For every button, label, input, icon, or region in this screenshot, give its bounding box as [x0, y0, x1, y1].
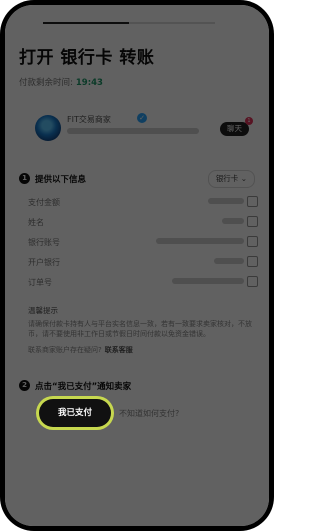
notice-title: 温馨提示 — [28, 306, 58, 315]
notice-body: 请确保付款卡持有人与平台实名信息一致，若有一致要求卖家核对，不放币，请不要使用非… — [28, 320, 252, 339]
info-label: 支付金额 — [28, 198, 60, 207]
step-1-number: 1 — [19, 173, 30, 184]
copy-icon[interactable] — [247, 276, 258, 287]
info-label: 银行账号 — [28, 238, 60, 247]
payment-countdown: 付款剩余时间: 19:43 — [19, 76, 103, 88]
copy-icon[interactable] — [247, 236, 258, 247]
step-1-title: 提供以下信息 — [35, 175, 87, 185]
progress-fill — [43, 22, 129, 24]
info-value-placeholder — [222, 218, 244, 224]
chevron-down-icon: ⌄ — [240, 174, 247, 183]
countdown-label: 付款剩余时间: — [19, 78, 73, 88]
info-row-account: 银行账号 — [28, 235, 258, 255]
merchant-card: FIT交易商家 ✓ 聊天 1 — [19, 104, 259, 152]
info-row-amount: 支付金额 — [28, 195, 258, 215]
page-title: 打开 银行卡 转账 — [19, 48, 155, 68]
info-label: 订单号 — [28, 278, 52, 287]
notice-box: 温馨提示 请确保付款卡持有人与平台实名信息一致，若有一致要求卖家核对，不放币，请… — [28, 305, 254, 355]
info-row-bank: 开户银行 — [28, 255, 258, 275]
step-1-header: 1 提供以下信息 银行卡 ⌄ — [19, 170, 255, 188]
notice-help: 联系商家账户存在疑问? 联系客服 — [28, 345, 254, 355]
progress-bar — [43, 22, 215, 24]
verified-icon: ✓ — [137, 113, 147, 123]
chat-badge: 1 — [245, 117, 253, 125]
info-value-placeholder — [208, 198, 244, 204]
info-value-placeholder — [156, 238, 244, 244]
info-label: 姓名 — [28, 218, 44, 227]
step-2-header: 2 点击“我已支付”通知卖家 — [19, 380, 255, 394]
chat-button[interactable]: 聊天 — [220, 122, 249, 136]
countdown-time: 19:43 — [75, 78, 103, 88]
contact-support-link[interactable]: 联系客服 — [105, 346, 133, 354]
how-to-pay-link[interactable]: 不知道如何支付? — [119, 408, 179, 419]
i-have-paid-button[interactable]: 我已支付 — [39, 399, 111, 427]
merchant-subtitle-placeholder — [67, 128, 199, 134]
copy-icon[interactable] — [247, 196, 258, 207]
screen: 打开 银行卡 转账 付款剩余时间: 19:43 FIT交易商家 ✓ 聊天 1 1 … — [5, 5, 269, 526]
info-row-name: 姓名 — [28, 215, 258, 235]
info-row-order: 订单号 — [28, 275, 258, 295]
info-value-placeholder — [214, 258, 244, 264]
payment-method-select[interactable]: 银行卡 ⌄ — [207, 170, 255, 188]
payment-page: 打开 银行卡 转账 付款剩余时间: 19:43 FIT交易商家 ✓ 聊天 1 1 … — [5, 5, 269, 526]
payment-info-list: 支付金额 姓名 银行账号 开户银行 订单号 — [28, 195, 258, 295]
notice-help-text: 联系商家账户存在疑问? — [28, 346, 102, 355]
payment-method-value: 银行卡 — [215, 174, 239, 183]
step-2-number: 2 — [19, 380, 30, 391]
info-value-placeholder — [172, 278, 244, 284]
copy-icon[interactable] — [247, 256, 258, 267]
copy-icon[interactable] — [247, 216, 258, 227]
info-label: 开户银行 — [28, 258, 60, 267]
step-2-title: 点击“我已支付”通知卖家 — [35, 382, 132, 392]
merchant-avatar — [35, 115, 61, 141]
phone-frame: 打开 银行卡 转账 付款剩余时间: 19:43 FIT交易商家 ✓ 聊天 1 1 … — [0, 0, 274, 531]
merchant-name: FIT交易商家 — [67, 115, 111, 124]
